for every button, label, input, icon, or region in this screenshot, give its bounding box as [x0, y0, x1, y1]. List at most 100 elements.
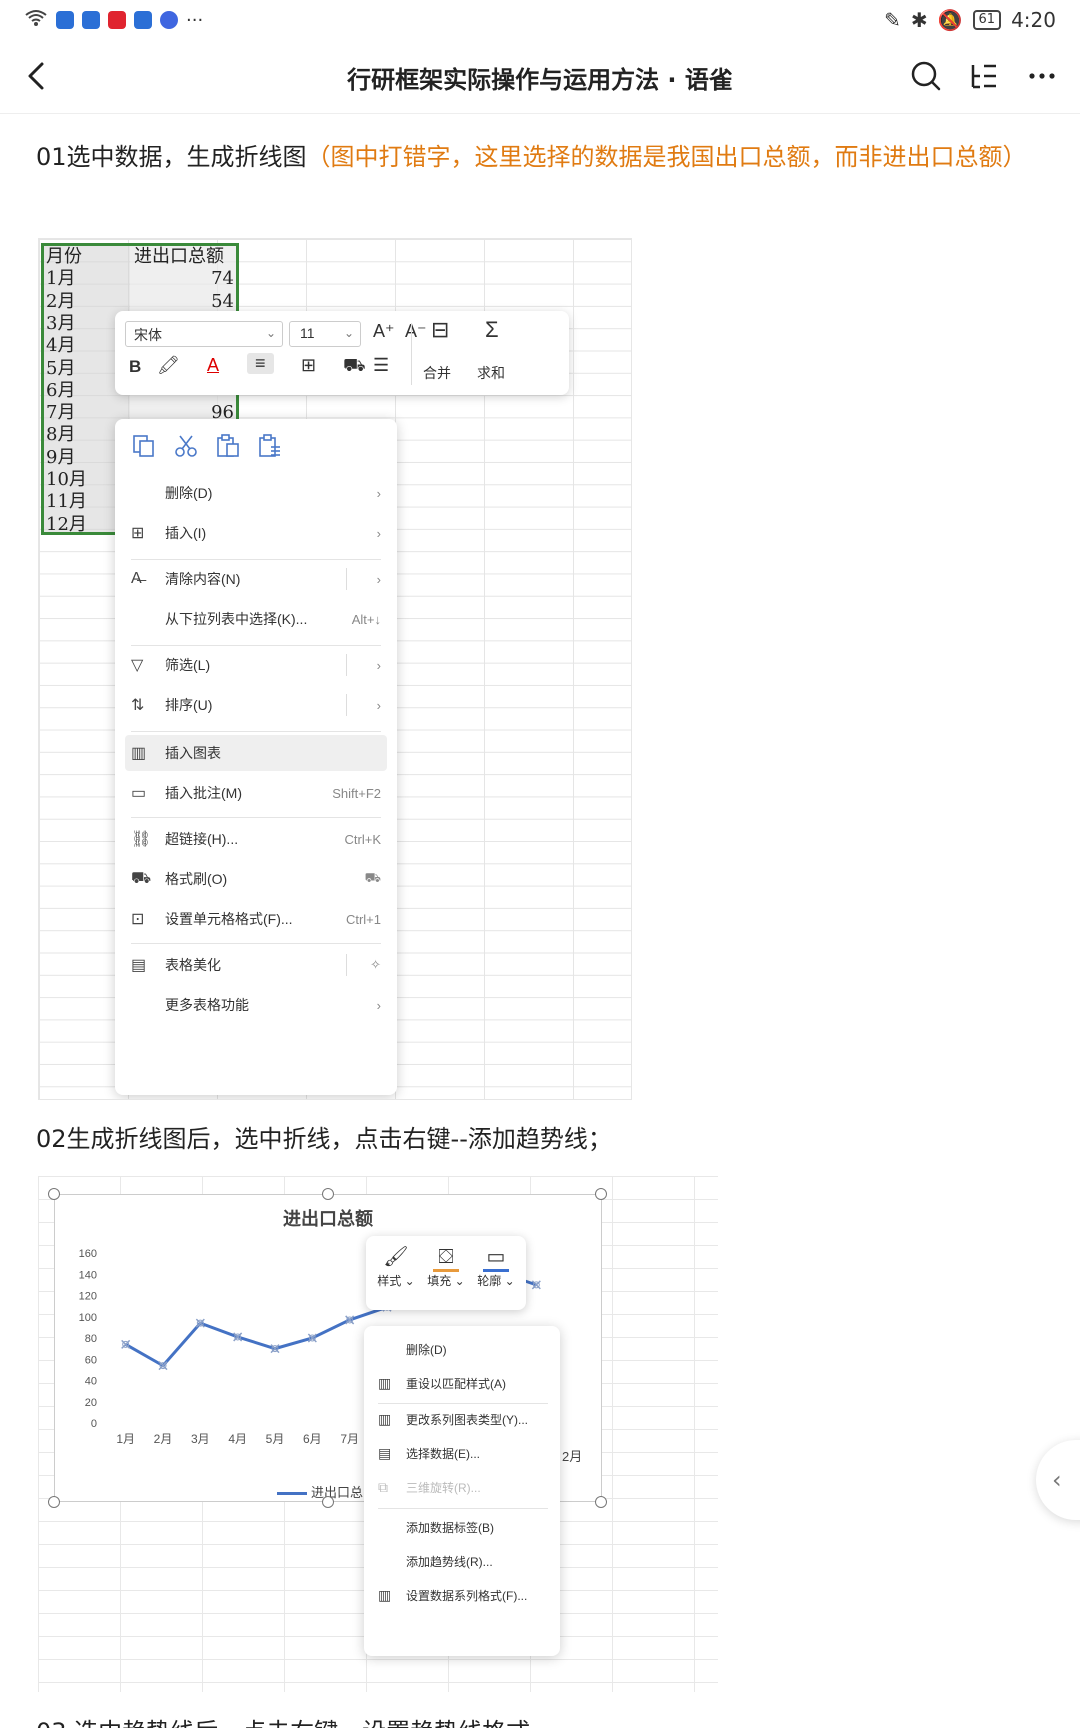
- border-icon[interactable]: ⊞: [301, 355, 316, 376]
- menu-item-select-data[interactable]: ▤ 选择数据(E)...: [374, 1440, 554, 1466]
- month-cell: 7月: [46, 402, 76, 424]
- align-icon[interactable]: ≡: [247, 353, 274, 374]
- format-painter-icon: ⛟: [131, 870, 152, 887]
- data-point-handle[interactable]: [233, 1332, 243, 1342]
- sum-button[interactable]: 求和: [477, 363, 505, 383]
- data-point-handle[interactable]: [270, 1344, 280, 1354]
- menu-item-add-trendline[interactable]: 添加趋势线(R)...: [374, 1548, 554, 1574]
- menu-item-label: 重设以匹配样式(A): [406, 1376, 506, 1391]
- submenu-divider: [346, 694, 347, 716]
- data-point-handle[interactable]: [345, 1315, 355, 1325]
- wrap-text-icon[interactable]: ☰: [373, 355, 389, 376]
- menu-item-add-data-labels[interactable]: 添加数据标签(B): [374, 1514, 554, 1540]
- menu-item-format-painter[interactable]: ⛟ 格式刷(O) ⛟: [125, 861, 387, 897]
- cut-icon[interactable]: [173, 433, 199, 459]
- bold-button[interactable]: B: [129, 357, 141, 377]
- menu-item-insert-comment[interactable]: ▭ 插入批注(M) Shift+F2: [125, 775, 387, 811]
- menu-item-delete[interactable]: 删除(D) ›: [125, 475, 387, 511]
- fill-button[interactable]: ⛋ 填充 ⌄: [422, 1242, 470, 1289]
- chevron-left-icon: ‹: [1052, 1466, 1062, 1494]
- y-tick-label: 100: [79, 1312, 97, 1324]
- menu-item-insert[interactable]: ⊞ 插入(I) ›: [125, 515, 387, 551]
- data-point-handle[interactable]: [531, 1280, 541, 1290]
- app-notification-icon: [108, 11, 126, 29]
- resize-handle[interactable]: [48, 1188, 60, 1200]
- menu-item-pick-from-list[interactable]: 从下拉列表中选择(K)... Alt+↓: [125, 601, 387, 637]
- decrease-font-icon[interactable]: A⁻: [405, 321, 427, 342]
- merge-cells-icon[interactable]: ⊟: [431, 317, 449, 343]
- step1-note: （图中打错字，这里选择的数据是我国出口总额，而非进出口总额）: [306, 143, 1027, 171]
- paste-special-icon[interactable]: [257, 433, 283, 459]
- menu-item-hyperlink[interactable]: ⛓ 超链接(H)... Ctrl+K: [125, 821, 387, 857]
- chevron-right-icon: ›: [376, 997, 381, 1013]
- outline-icon[interactable]: [966, 58, 1002, 94]
- font-family-select[interactable]: 宋体 ⌄: [125, 321, 283, 347]
- menu-item-table-beautify[interactable]: ▤ 表格美化 ✧: [125, 947, 387, 983]
- menu-item-change-chart-type[interactable]: ▥ 更改系列图表类型(Y)...: [374, 1406, 554, 1432]
- sum-icon[interactable]: Σ: [485, 317, 499, 343]
- data-point-handle[interactable]: [121, 1339, 131, 1349]
- table-style-icon: ▤: [131, 957, 147, 974]
- menu-item-filter[interactable]: ▽ 筛选(L) ›: [125, 647, 387, 683]
- chart-format-bar: 🖌 样式 ⌄ ⛋ 填充 ⌄ ▭ 轮廓 ⌄: [366, 1236, 526, 1310]
- menu-item-insert-chart[interactable]: ▥ 插入图表: [125, 735, 387, 771]
- style-button[interactable]: 🖌 样式 ⌄: [372, 1242, 420, 1289]
- series-line[interactable]: [124, 1305, 388, 1368]
- chevron-right-icon: ›: [376, 657, 381, 673]
- font-size-select[interactable]: 11 ⌄: [289, 321, 361, 347]
- data-point-handle[interactable]: [307, 1333, 317, 1343]
- chart-type-icon: ▥: [378, 1410, 392, 1427]
- chevron-right-icon: ›: [376, 525, 381, 541]
- menu-item-label: 更改系列图表类型(Y)...: [406, 1412, 528, 1427]
- resize-handle[interactable]: [322, 1188, 334, 1200]
- menu-item-more-table-functions[interactable]: 更多表格功能 ›: [125, 987, 387, 1023]
- pen-icon: ✎: [884, 8, 901, 32]
- resize-handle[interactable]: [322, 1496, 334, 1508]
- menu-item-delete[interactable]: 删除(D): [374, 1336, 554, 1362]
- merge-button[interactable]: 合并: [423, 363, 451, 383]
- menu-item-sort[interactable]: ⇅ 排序(U) ›: [125, 687, 387, 723]
- format-painter-lock-icon: ⛟: [364, 870, 381, 885]
- menu-divider: [131, 559, 381, 560]
- wifi-icon: [24, 9, 48, 31]
- paste-icon[interactable]: [215, 433, 241, 459]
- status-right: ✎ ✱ 🔕 61 4:20: [884, 8, 1056, 32]
- menu-item-label: 从下拉列表中选择(K)...: [165, 611, 308, 627]
- font-color-icon[interactable]: A: [207, 355, 219, 376]
- format-painter-icon[interactable]: ⛟: [343, 355, 366, 379]
- menu-item-clear-content[interactable]: A̶ 清除内容(N) ›: [125, 561, 387, 597]
- increase-font-icon[interactable]: A⁺: [373, 321, 395, 342]
- menu-item-label: 超链接(H)...: [165, 831, 239, 847]
- resize-handle[interactable]: [48, 1496, 60, 1508]
- resize-handle[interactable]: [595, 1188, 607, 1200]
- search-icon[interactable]: [908, 58, 944, 94]
- month-cell: 10月: [46, 469, 87, 490]
- menu-item-label: 插入批注(M): [165, 785, 242, 801]
- menu-item-format-series[interactable]: ▥ 设置数据系列格式(F)...: [374, 1582, 554, 1608]
- menu-item-label: 插入图表: [165, 745, 221, 761]
- clipboard-actions: [131, 433, 283, 459]
- menu-divider: [378, 1403, 548, 1404]
- submenu-divider: [346, 954, 347, 976]
- brush-icon: 🖌: [383, 1246, 409, 1268]
- data-point-handle[interactable]: [158, 1361, 168, 1371]
- copy-icon[interactable]: [131, 433, 157, 459]
- battery-icon: 61: [972, 10, 1002, 30]
- rotate-3d-icon: ⧉: [378, 1478, 388, 1495]
- more-icon[interactable]: [1024, 58, 1060, 94]
- y-tick-label: 0: [91, 1418, 97, 1430]
- month-cell: 4月: [46, 335, 76, 357]
- menu-item-reset-style[interactable]: ▥ 重设以匹配样式(A): [374, 1370, 554, 1396]
- outline-button[interactable]: ▭ 轮廓 ⌄: [472, 1242, 520, 1289]
- data-point-handle[interactable]: [195, 1318, 205, 1328]
- highlight-icon[interactable]: 🖍: [157, 355, 180, 376]
- side-panel-toggle[interactable]: ‹: [1036, 1440, 1080, 1520]
- month-cell: 5月: [46, 357, 76, 379]
- y-tick-label: 120: [79, 1291, 97, 1303]
- header-cell: 进出口总额: [134, 246, 224, 267]
- menu-item-format-cells[interactable]: ⊡ 设置单元格格式(F)... Ctrl+1: [125, 901, 387, 937]
- chevron-right-icon: ›: [376, 485, 381, 501]
- resize-handle[interactable]: [595, 1496, 607, 1508]
- filter-icon: ▽: [131, 657, 144, 674]
- menu-item-label: 选择数据(E)...: [406, 1446, 480, 1461]
